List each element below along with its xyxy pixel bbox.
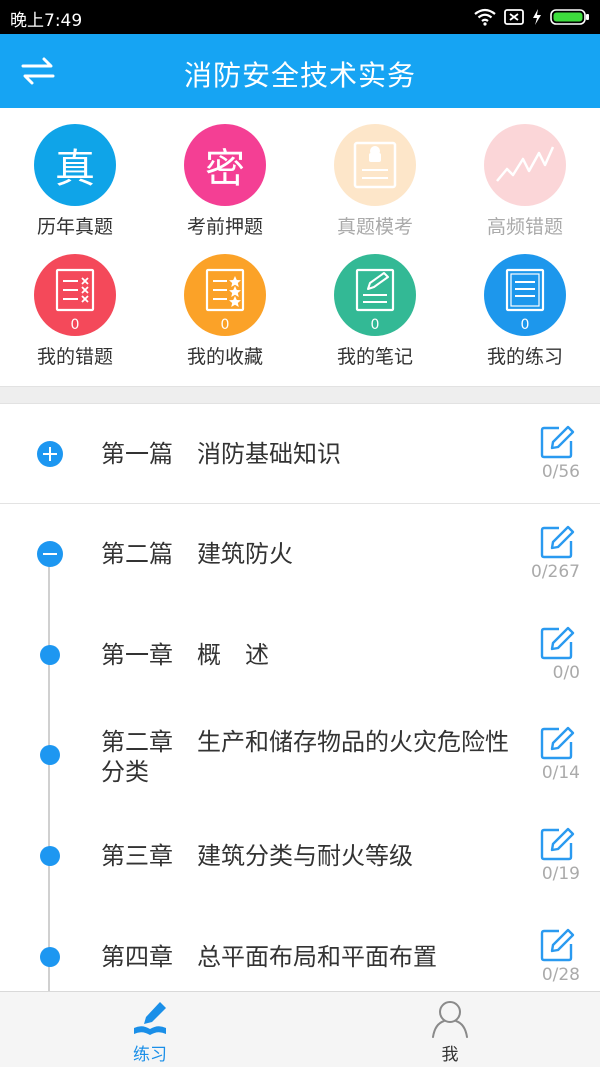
grid-label: 我的练习 bbox=[486, 346, 563, 368]
status-icons bbox=[474, 6, 590, 28]
past-exams-badge: 真 bbox=[34, 124, 116, 206]
expand-plus-icon[interactable] bbox=[37, 441, 63, 467]
grid-item-predicted-questions[interactable]: 密 考前押题 bbox=[150, 108, 300, 238]
status-bar: 晚上7:49 bbox=[0, 0, 600, 34]
my-notes-badge: 0 bbox=[334, 254, 416, 336]
list-item-chapter-2[interactable]: 第二章 生产和储存物品的火灾危险性分类 0/14 bbox=[0, 705, 600, 805]
user-icon bbox=[432, 1001, 468, 1038]
grid-label: 我的笔记 bbox=[336, 346, 413, 368]
edit-icon[interactable] bbox=[539, 927, 575, 963]
list-item-chapter-4[interactable]: 第四章 总平面布局和平面布置 0/28 bbox=[0, 907, 600, 991]
progress-count: 0/267 bbox=[531, 562, 580, 582]
page-title: 消防安全技术实务 bbox=[183, 59, 416, 92]
timeline-dot bbox=[40, 645, 60, 665]
status-time: 晚上7:49 bbox=[10, 11, 83, 31]
chapter-list: 第一篇 消防基础知识 0/56 第二篇 建筑防火 0/267 第一章 概 述 0… bbox=[0, 404, 600, 991]
my-mistakes-badge: 0 bbox=[34, 254, 116, 336]
grid-item-my-favorites[interactable]: 0 我的收藏 bbox=[150, 238, 300, 368]
grid-item-my-notes[interactable]: 0 我的笔记 bbox=[300, 238, 450, 368]
grid-item-frequent-errors[interactable]: 高频错题 bbox=[450, 108, 600, 238]
my-practice-badge: 0 bbox=[484, 254, 566, 336]
nav-label-me: 我 bbox=[441, 1045, 459, 1065]
chapter-title: 第四章 总平面布局和平面布置 bbox=[101, 943, 437, 971]
nav-label-practice: 练习 bbox=[133, 1045, 167, 1065]
timeline-dot bbox=[40, 745, 60, 765]
grid-label: 高频错题 bbox=[486, 216, 563, 238]
list-item-chapter-3[interactable]: 第三章 建筑分类与耐火等级 0/19 bbox=[0, 806, 600, 906]
edit-icon[interactable] bbox=[539, 725, 575, 761]
part-title: 第二篇 建筑防火 bbox=[101, 540, 293, 568]
android-doc-icon bbox=[353, 141, 397, 189]
list-item-chapter-1[interactable]: 第一章 概 述 0/0 bbox=[0, 605, 600, 705]
favorites-count: 0 bbox=[220, 317, 230, 333]
trend-line-icon bbox=[496, 146, 555, 182]
part-title: 第一篇 消防基础知识 bbox=[101, 440, 341, 468]
edit-icon[interactable] bbox=[539, 826, 575, 862]
pencil-book-icon bbox=[134, 1002, 166, 1035]
chapter-title: 第一章 概 述 bbox=[101, 641, 269, 669]
progress-count: 0/28 bbox=[541, 965, 580, 985]
edit-icon[interactable] bbox=[539, 524, 575, 560]
list-item-part-1[interactable]: 第一篇 消防基础知识 0/56 bbox=[0, 404, 600, 504]
mistakes-count: 0 bbox=[70, 317, 80, 333]
timeline-dot bbox=[40, 846, 60, 866]
section-divider bbox=[0, 386, 600, 404]
nav-tab-me[interactable]: 我 bbox=[300, 992, 600, 1067]
grid-item-past-exams[interactable]: 真 历年真题 bbox=[0, 108, 150, 238]
practice-count: 0 bbox=[520, 317, 530, 333]
edit-icon[interactable] bbox=[539, 625, 575, 661]
progress-count: 0/19 bbox=[541, 864, 580, 884]
app-header: 消防安全技术实务 bbox=[0, 34, 600, 108]
progress-count: 0/0 bbox=[552, 663, 580, 683]
note-edit-icon bbox=[355, 268, 395, 312]
star-list-icon bbox=[205, 268, 245, 312]
chapter-title: 第三章 建筑分类与耐火等级 bbox=[101, 842, 413, 870]
practice-list-icon bbox=[505, 268, 545, 312]
progress-count: 0/56 bbox=[541, 462, 580, 482]
list-item-part-2[interactable]: 第二篇 建筑防火 0/267 bbox=[0, 504, 600, 604]
app-screen: 晚上7:49 消防安全技术实务 真 历年真题 密 考前押题 真题模考 高频错题 … bbox=[0, 0, 600, 1067]
nav-tab-practice[interactable]: 练习 bbox=[0, 992, 300, 1067]
my-favorites-badge: 0 bbox=[184, 254, 266, 336]
predicted-questions-badge: 密 bbox=[184, 124, 266, 206]
no-sim-icon bbox=[504, 9, 524, 25]
edit-icon[interactable] bbox=[539, 424, 575, 460]
grid-item-mock-exam[interactable]: 真题模考 bbox=[300, 108, 450, 238]
charging-icon bbox=[533, 9, 541, 25]
mi-glyph-icon: 密 bbox=[205, 146, 245, 192]
grid-label: 考前押题 bbox=[186, 216, 263, 238]
grid-item-my-practice[interactable]: 0 我的练习 bbox=[450, 238, 600, 368]
grid-item-my-mistakes[interactable]: 0 我的错题 bbox=[0, 238, 150, 368]
zhen-glyph-icon: 真 bbox=[55, 146, 95, 192]
progress-count: 0/14 bbox=[541, 763, 580, 783]
wifi-icon bbox=[474, 8, 496, 26]
grid-label: 我的收藏 bbox=[186, 346, 263, 368]
collapse-minus-icon[interactable] bbox=[37, 541, 63, 567]
notes-count: 0 bbox=[370, 317, 380, 333]
grid-label: 真题模考 bbox=[336, 216, 413, 238]
timeline-dot bbox=[40, 947, 60, 967]
battery-icon bbox=[550, 9, 589, 25]
grid-label: 我的错题 bbox=[36, 346, 113, 368]
shortcut-grid: 真 历年真题 密 考前押题 真题模考 高频错题 0 我的错题 0 我的收藏 0 … bbox=[0, 108, 600, 386]
bottom-nav: 练习 我 bbox=[0, 991, 600, 1067]
grid-label: 历年真题 bbox=[36, 216, 113, 238]
frequent-errors-badge bbox=[484, 124, 566, 206]
chapter-title: 第二章 生产和储存物品的火灾危险性分类 bbox=[101, 728, 509, 786]
mock-exam-badge bbox=[334, 124, 416, 206]
wrong-list-icon bbox=[55, 268, 95, 312]
